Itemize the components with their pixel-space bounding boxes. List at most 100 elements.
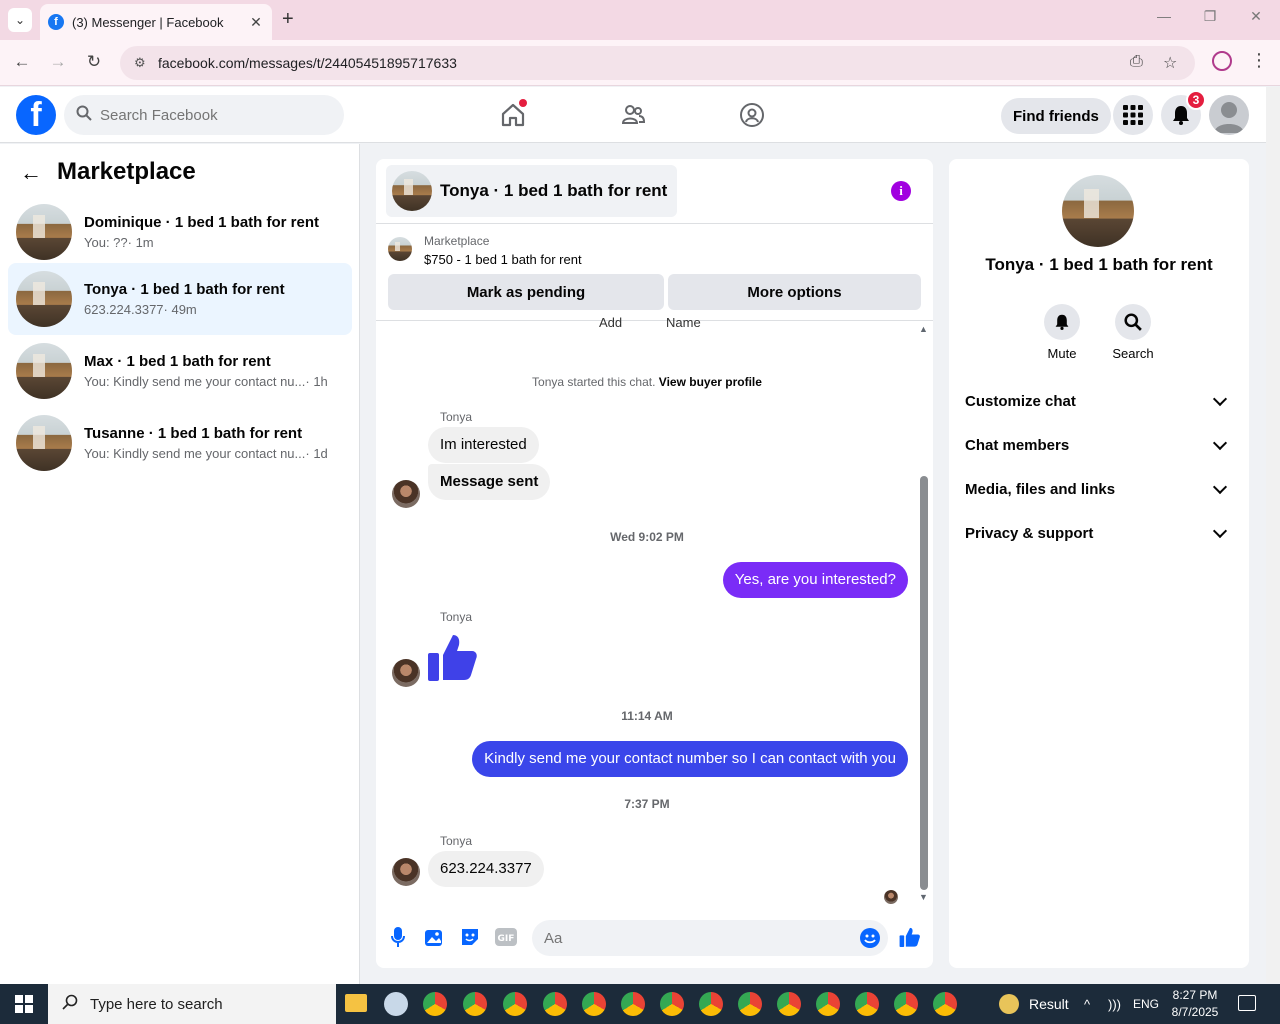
account-avatar[interactable] (1209, 95, 1249, 135)
tonya-avatar[interactable] (392, 858, 420, 886)
facebook-search[interactable] (64, 95, 344, 135)
search-icon (62, 994, 78, 1015)
more-options-button[interactable]: More options (668, 274, 921, 310)
facebook-search-input[interactable] (100, 106, 320, 124)
menu-grid-icon[interactable] (1113, 95, 1153, 135)
chrome-icon[interactable] (660, 992, 684, 1016)
message-input-wrapper[interactable] (532, 920, 888, 956)
chevron-down-icon (1212, 479, 1228, 495)
windows-start-icon[interactable] (0, 984, 48, 1024)
chrome-icon[interactable] (463, 992, 487, 1016)
chrome-icon[interactable] (543, 992, 567, 1016)
scroll-up-icon[interactable]: ▲ (919, 324, 928, 334)
page-scrollbar[interactable] (1266, 87, 1280, 983)
profile-listing-image[interactable] (1062, 175, 1134, 247)
customize-chat-section[interactable]: Customize chat (965, 379, 1233, 423)
like-button-icon[interactable] (899, 926, 921, 948)
taskbar-clock[interactable]: 8:27 PM 8/7/2025 (1165, 987, 1225, 1021)
browser-tab[interactable]: f (3) Messenger | Facebook ✕ (40, 4, 272, 40)
facebook-logo-icon[interactable]: f (16, 95, 56, 135)
mute-button[interactable]: Mute (1032, 304, 1092, 361)
file-explorer-icon[interactable] (345, 994, 367, 1012)
chrome-icon[interactable] (582, 992, 606, 1016)
chat-members-section[interactable]: Chat members (965, 423, 1233, 467)
show-hidden-icons-chevron-icon[interactable]: ^ (1084, 984, 1090, 1024)
install-app-icon[interactable]: ⎙ (1130, 53, 1143, 71)
new-tab-button[interactable]: + (282, 8, 294, 31)
chat-listing-thumbnail (392, 171, 432, 211)
window-close-icon[interactable]: ✕ (1233, 8, 1279, 25)
mark-as-pending-button[interactable]: Mark as pending (388, 274, 664, 310)
back-icon[interactable]: ← (10, 52, 34, 72)
home-icon[interactable] (497, 99, 529, 131)
home-notification-dot (519, 99, 527, 107)
info-icon[interactable]: i (891, 181, 911, 201)
sent-message-bubble[interactable]: Yes, are you interested? (722, 562, 908, 598)
chrome-icon[interactable] (894, 992, 918, 1016)
search-in-chat-button[interactable]: Search (1103, 304, 1163, 361)
find-friends-button[interactable]: Find friends (1001, 98, 1111, 134)
listing-price-title[interactable]: $750 - 1 bed 1 bath for rent (424, 252, 582, 267)
conversation-dominique[interactable]: Dominique · 1 bed 1 bath for rent You: ?… (8, 196, 352, 268)
photo-icon[interactable] (423, 926, 445, 948)
chrome-icon[interactable] (855, 992, 879, 1016)
chrome-icon[interactable] (699, 992, 723, 1016)
tonya-avatar[interactable] (392, 480, 420, 508)
tab-search-dropdown[interactable]: ⌄ (8, 8, 32, 32)
view-buyer-profile-link[interactable]: View buyer profile (659, 375, 762, 389)
chrome-icon[interactable] (777, 992, 801, 1016)
gif-icon[interactable]: GIF (495, 926, 517, 948)
privacy-support-section[interactable]: Privacy & support (965, 511, 1233, 555)
url-field[interactable]: ⚙ facebook.com/messages/t/24405451895717… (120, 46, 1195, 80)
bookmark-star-icon[interactable]: ☆ (1163, 53, 1177, 73)
chat-scrollbar[interactable]: ▲ ▼ (918, 324, 930, 902)
chrome-icon[interactable] (503, 992, 527, 1016)
chat-scroll-thumb[interactable] (920, 476, 928, 890)
windows-taskbar: Type here to search Result ^ ))) ENG 8:2… (0, 984, 1280, 1024)
sent-message-bubble[interactable]: Kindly send me your contact number so I … (472, 741, 908, 777)
tonya-avatar[interactable] (392, 659, 420, 687)
message-bubble[interactable]: 623.224.3377 (428, 851, 544, 887)
chat-header[interactable]: Tonya · 1 bed 1 bath for rent (386, 165, 678, 217)
sticker-icon[interactable] (459, 926, 481, 948)
weather-widget[interactable]: Result (999, 984, 1069, 1024)
chrome-icon[interactable] (933, 992, 957, 1016)
message-bubble[interactable]: Message sent (428, 464, 551, 500)
chrome-icon[interactable] (621, 992, 645, 1016)
sender-name: Tonya (440, 834, 473, 848)
browser-profile-icon[interactable] (1212, 51, 1232, 71)
groups-icon[interactable] (736, 99, 768, 131)
friends-icon[interactable] (617, 99, 649, 131)
action-center-icon[interactable] (1238, 995, 1256, 1011)
conversation-tonya[interactable]: Tonya · 1 bed 1 bath for rent 623.224.33… (8, 263, 352, 335)
app-icon[interactable] (384, 992, 408, 1016)
conversation-max[interactable]: Max · 1 bed 1 bath for rent You: Kindly … (8, 335, 352, 407)
message-bubble[interactable]: Im interested (428, 427, 539, 463)
emoji-icon[interactable] (860, 928, 880, 948)
chrome-icon[interactable] (738, 992, 762, 1016)
message-input[interactable] (544, 929, 844, 947)
chrome-icon[interactable] (816, 992, 840, 1016)
restore-icon[interactable]: ❐ (1187, 8, 1233, 25)
media-files-links-section[interactable]: Media, files and links (965, 467, 1233, 511)
scroll-down-icon[interactable]: ▼ (919, 892, 928, 902)
browser-menu-icon[interactable]: ⋮ (1250, 50, 1268, 71)
listing-mini-thumbnail[interactable] (388, 237, 412, 261)
minimize-icon[interactable]: — (1141, 8, 1187, 24)
seen-receipt-avatar (884, 890, 898, 904)
reload-icon[interactable]: ↻ (82, 52, 106, 72)
network-icon[interactable]: ))) (1108, 984, 1121, 1024)
url-text: facebook.com/messages/t/2440545189571763… (158, 55, 457, 71)
language-indicator[interactable]: ENG (1133, 984, 1159, 1024)
conversation-name: Tonya · 1 bed 1 bath for rent (84, 281, 285, 298)
site-settings-icon[interactable]: ⚙ (134, 55, 152, 71)
taskbar-search[interactable]: Type here to search (48, 984, 336, 1024)
back-arrow-icon[interactable]: ← (20, 160, 42, 186)
chrome-icon[interactable] (423, 992, 447, 1016)
tab-close-icon[interactable]: ✕ (248, 14, 264, 31)
partial-label-name: Name (666, 315, 701, 330)
microphone-icon[interactable] (387, 926, 409, 948)
conversation-tusanne[interactable]: Tusanne · 1 bed 1 bath for rent You: Kin… (8, 407, 352, 479)
svg-text:GIF: GIF (498, 934, 515, 944)
forward-icon[interactable]: → (46, 52, 70, 72)
